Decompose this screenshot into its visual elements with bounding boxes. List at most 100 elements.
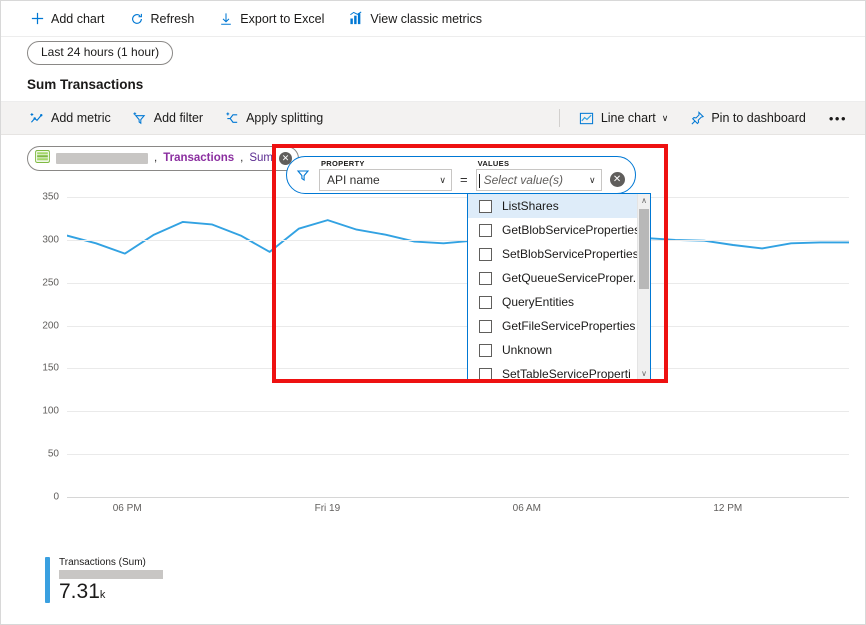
legend-value-number: 7.31 <box>59 580 100 603</box>
toolbar-divider <box>559 109 560 127</box>
checkbox-icon[interactable] <box>479 320 492 333</box>
ellipsis-icon[interactable]: ••• <box>825 111 851 126</box>
dropdown-option[interactable]: GetBlobServiceProperties <box>468 218 637 242</box>
dropdown-option[interactable]: Unknown <box>468 338 637 362</box>
chevron-down-icon: ∨ <box>439 175 446 186</box>
add-metric-button[interactable]: Add metric <box>27 108 113 128</box>
dropdown-option-label: Unknown <box>502 343 552 357</box>
add-filter-icon <box>132 110 148 126</box>
y-axis-tick-label: 100 <box>42 406 59 417</box>
dropdown-option[interactable]: QueryEntities <box>468 290 637 314</box>
gridline <box>67 368 849 369</box>
checkbox-icon[interactable] <box>479 200 492 213</box>
x-axis-tick-label: 12 PM <box>713 503 742 514</box>
metric-pill-separator: , <box>154 152 157 164</box>
dropdown-option-label: QueryEntities <box>502 295 574 309</box>
scroll-up-icon[interactable]: ∧ <box>638 194 650 207</box>
legend-series-name: Transactions (Sum) <box>59 557 163 568</box>
filter-values-placeholder: Select value(s) <box>484 173 589 187</box>
scrollbar-thumb[interactable] <box>639 209 649 289</box>
x-axis: 06 PM Fri 19 06 AM 12 PM <box>67 503 849 519</box>
chart-title: Sum Transactions <box>1 69 865 102</box>
filter-values-field: VALUES Select value(s) ∨ <box>476 159 602 191</box>
dropdown-option[interactable]: SetBlobServiceProperties <box>468 242 637 266</box>
dropdown-option-label: SetTableServiceProperti <box>502 367 631 381</box>
series-line-transactions-sum <box>67 197 849 497</box>
add-metric-icon <box>29 110 45 126</box>
x-axis-tick-label: Fri 19 <box>315 503 341 514</box>
values-dropdown[interactable]: ListShares GetBlobServiceProperties SetBlo… <box>467 193 651 381</box>
metric-pill[interactable]: , Transactions , Sum ✕ <box>27 146 299 171</box>
add-chart-button[interactable]: Add chart <box>27 9 107 29</box>
x-axis-tick-label: 06 AM <box>513 503 541 514</box>
chart-type-button[interactable]: Line chart ∨ <box>577 108 671 128</box>
dropdown-option[interactable]: SetTableServiceProperti <box>468 362 637 381</box>
y-axis-tick-label: 50 <box>48 449 59 460</box>
export-to-excel-button[interactable]: Export to Excel <box>216 9 326 29</box>
chevron-down-icon: ∨ <box>589 175 596 186</box>
x-axis-tick-label: 06 PM <box>113 503 142 514</box>
apply-splitting-label: Apply splitting <box>246 111 323 125</box>
resource-name-redacted <box>56 153 148 164</box>
checkbox-icon[interactable] <box>479 344 492 357</box>
checkbox-icon[interactable] <box>479 296 492 309</box>
dropdown-option-label: GetQueueServiceProper... <box>502 271 637 285</box>
scroll-down-icon[interactable]: ∨ <box>638 367 650 380</box>
filter-property-value: API name <box>327 173 439 187</box>
add-chart-label: Add chart <box>51 12 105 26</box>
metric-pill-aggregation: Sum <box>249 152 273 164</box>
filter-values-input[interactable]: Select value(s) ∨ <box>476 169 602 191</box>
add-filter-button[interactable]: Add filter <box>130 108 205 128</box>
values-dropdown-list: ListShares GetBlobServiceProperties SetBlo… <box>468 194 637 380</box>
filter-operator: = <box>460 164 468 187</box>
command-bar: Add chart Refresh Export to Excel <box>1 1 865 37</box>
checkbox-icon[interactable] <box>479 248 492 261</box>
filter-property-field: PROPERTY API name ∨ <box>319 159 452 191</box>
legend-value-suffix: k <box>100 589 106 601</box>
plus-icon <box>29 11 45 27</box>
chart-type-label: Line chart <box>601 111 656 125</box>
view-classic-metrics-button[interactable]: View classic metrics <box>346 9 484 29</box>
funnel-icon <box>295 167 311 183</box>
filter-property-select[interactable]: API name ∨ <box>319 169 452 191</box>
gridline <box>67 454 849 455</box>
apply-splitting-button[interactable]: Apply splitting <box>222 108 325 128</box>
dropdown-option[interactable]: ListShares <box>468 194 637 218</box>
chart-canvas: 050100150200250300350 06 PMFri 1906 AM12… <box>1 197 866 557</box>
gridline <box>67 326 849 327</box>
storage-account-icon <box>35 150 50 166</box>
remove-filter-button[interactable]: ✕ <box>610 172 625 187</box>
metric-pill-separator-2: , <box>240 152 243 164</box>
pin-to-dashboard-button[interactable]: Pin to dashboard <box>687 108 808 128</box>
checkbox-icon[interactable] <box>479 368 492 381</box>
gridline <box>67 240 849 241</box>
pin-icon <box>689 110 705 126</box>
dropdown-option-label: GetBlobServiceProperties <box>502 223 637 237</box>
bar-chart-icon <box>348 11 364 27</box>
y-axis-tick-label: 250 <box>42 277 59 288</box>
dropdown-option[interactable]: GetFileServiceProperties <box>468 314 637 338</box>
metric-pill-metric: Transactions <box>163 152 234 164</box>
gridline <box>67 197 849 198</box>
chevron-down-icon: ∨ <box>662 113 669 124</box>
y-axis-tick-label: 200 <box>42 320 59 331</box>
gridline <box>67 497 849 498</box>
checkbox-icon[interactable] <box>479 272 492 285</box>
filter-property-label: PROPERTY <box>319 159 452 168</box>
chart-legend: Transactions (Sum) 7.31k <box>45 557 163 603</box>
dropdown-option-label: ListShares <box>502 199 559 213</box>
export-to-excel-label: Export to Excel <box>240 12 324 26</box>
filter-pill[interactable]: PROPERTY API name ∨ = VALUES Select valu… <box>286 156 636 194</box>
apply-splitting-icon <box>224 110 240 126</box>
legend-color-swatch <box>45 557 50 603</box>
filter-values-label: VALUES <box>476 159 602 168</box>
metric-toolbar: Add metric Add filter Ap <box>1 102 865 135</box>
remove-filter-container: ✕ <box>610 171 625 187</box>
download-icon <box>218 11 234 27</box>
dropdown-option[interactable]: GetQueueServiceProper... <box>468 266 637 290</box>
dropdown-scrollbar[interactable]: ∧ ∨ <box>637 194 650 380</box>
checkbox-icon[interactable] <box>479 224 492 237</box>
refresh-button[interactable]: Refresh <box>127 9 197 29</box>
time-range-picker[interactable]: Last 24 hours (1 hour) <box>27 41 173 65</box>
refresh-label: Refresh <box>151 12 195 26</box>
